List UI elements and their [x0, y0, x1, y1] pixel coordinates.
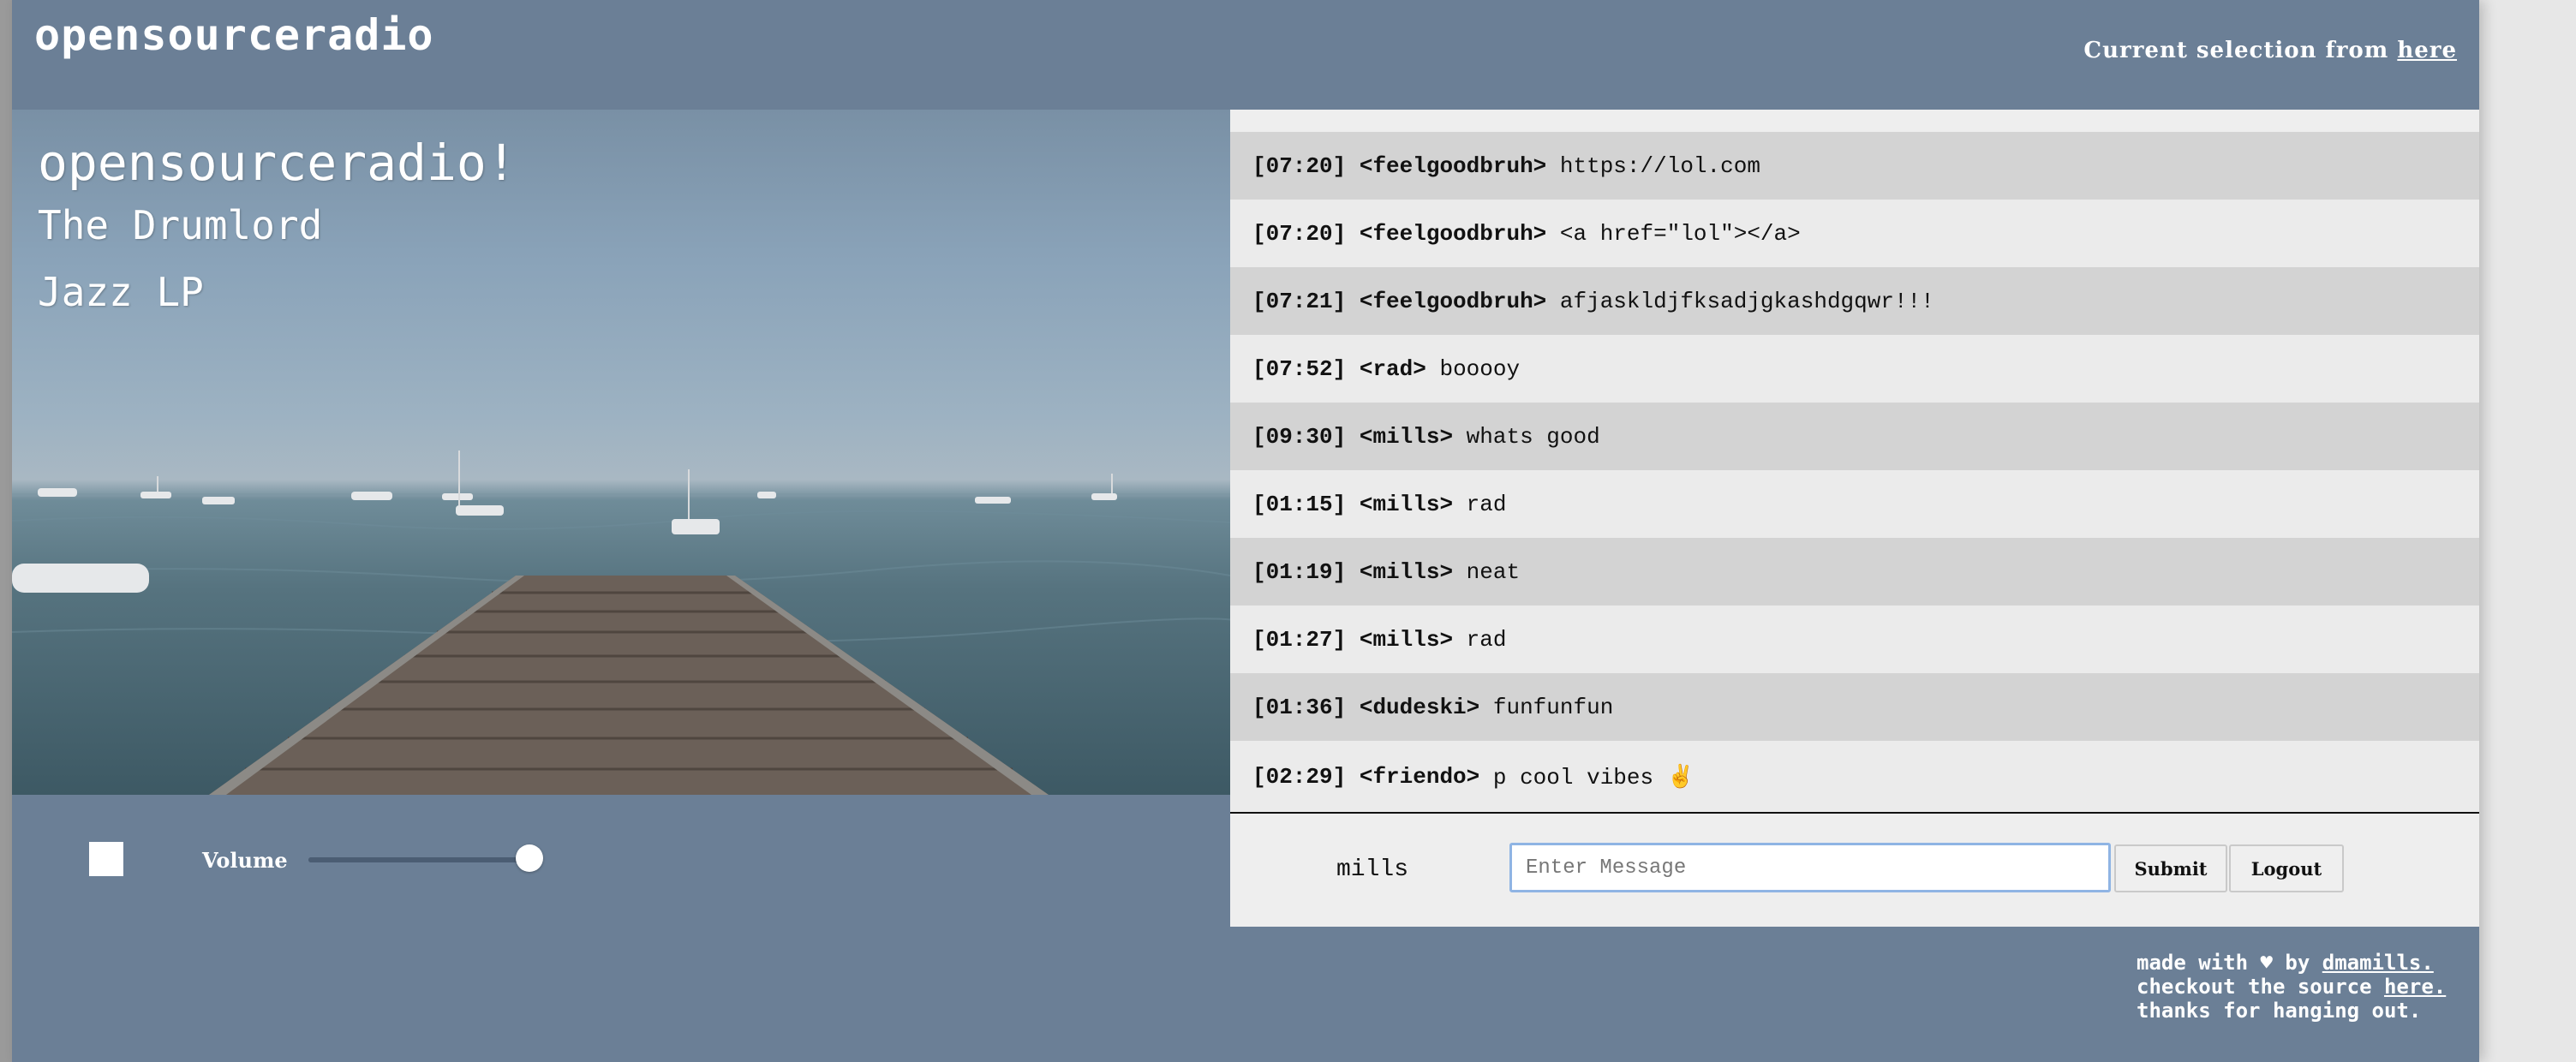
selection-source-link[interactable]: here — [2397, 38, 2457, 63]
message-timestamp: [01:27] — [1252, 626, 1347, 653]
chat-input-bar: mills Submit Logout — [1230, 814, 2479, 927]
window-edge — [0, 0, 12, 1062]
nick-bracket-close: > — [1439, 558, 1467, 585]
message-input[interactable] — [1509, 843, 2111, 892]
nick-bracket-close: > — [1439, 423, 1467, 450]
track-album: Jazz LP — [38, 269, 204, 315]
chat-message: [01:15] < mills > rad — [1230, 470, 2479, 538]
nick-bracket-open: < — [1346, 764, 1373, 790]
message-text: neat — [1466, 558, 1521, 585]
footer-source-line: checkout the source here. — [2137, 975, 2446, 999]
current-username: mills — [1336, 856, 1409, 883]
nick-bracket-open: < — [1346, 220, 1373, 247]
volume-slider-track[interactable] — [308, 857, 529, 862]
volume-slider-thumb[interactable] — [516, 844, 543, 872]
message-timestamp: [01:36] — [1252, 694, 1347, 720]
logout-button[interactable]: Logout — [2229, 844, 2344, 892]
message-text: https://lol.com — [1559, 152, 1760, 179]
volume-label: Volume — [202, 848, 288, 873]
message-username: rad — [1372, 355, 1414, 382]
selection-text: Current selection from — [2083, 38, 2398, 63]
nick-bracket-open: < — [1346, 288, 1373, 314]
message-timestamp: [02:29] — [1252, 764, 1347, 790]
message-text: rad — [1466, 491, 1507, 517]
site-title: opensourceradio — [34, 10, 434, 60]
message-text: afjaskldjfksadjgkashdgqwr!!! — [1559, 288, 1934, 314]
message-username: mills — [1372, 491, 1440, 517]
message-text: whats good — [1466, 423, 1600, 450]
message-username: feelgoodbruh — [1372, 152, 1533, 179]
message-username: dudeski — [1372, 694, 1467, 720]
message-username: mills — [1372, 423, 1440, 450]
nick-bracket-close: > — [1533, 152, 1560, 179]
author-link[interactable]: dmamills. — [2322, 951, 2434, 975]
nick-bracket-open: < — [1346, 694, 1373, 720]
footer-credit-text: made with ♥ by — [2137, 951, 2322, 975]
track-artist: The Drumlord — [38, 202, 323, 248]
nick-bracket-close: > — [1439, 626, 1467, 653]
play-stop-toggle[interactable] — [89, 842, 123, 876]
message-timestamp: [01:19] — [1252, 558, 1347, 585]
message-timestamp: [09:30] — [1252, 423, 1347, 450]
chat-message: [01:36] < dudeski > funfunfun — [1230, 673, 2479, 741]
submit-button[interactable]: Submit — [2114, 844, 2227, 892]
chat-message: [09:30] < mills > whats good — [1230, 403, 2479, 470]
nick-bracket-close: > — [1533, 288, 1560, 314]
message-text: booooy — [1439, 355, 1521, 382]
message-timestamp: [07:20] — [1252, 220, 1347, 247]
message-text: p cool vibes ✌️ — [1492, 764, 1695, 791]
message-timestamp: [07:21] — [1252, 288, 1347, 314]
chat-message: [07:20] < feelgoodbruh > https://lol.com — [1230, 132, 2479, 200]
chat-message: [07:52] < rad > booooy — [1230, 335, 2479, 403]
volume-slider-fill — [308, 857, 529, 862]
nick-bracket-close: > — [1533, 220, 1560, 247]
nick-bracket-open: < — [1346, 423, 1373, 450]
footer-thanks: thanks for hanging out. — [2137, 999, 2422, 1023]
chat-panel: [07:20] < feelgoodbruh > https://lol.com [0… — [1230, 110, 2479, 927]
current-selection: Current selection from here — [2083, 38, 2457, 63]
footer-credit-line: made with ♥ by dmamills. — [2137, 951, 2446, 975]
chat-message: [07:20] < feelgoodbruh > <a href="lol"></a… — [1230, 200, 2479, 267]
overlay-title: opensourceradio! — [38, 134, 517, 192]
message-text: rad — [1466, 626, 1507, 653]
nick-bracket-close: > — [1439, 491, 1467, 517]
chat-message: [01:19] < mills > neat — [1230, 538, 2479, 606]
video-player[interactable]: opensourceradio! The Drumlord Jazz LP — [12, 110, 1230, 795]
message-timestamp: [07:52] — [1252, 355, 1347, 382]
nick-bracket-open: < — [1346, 626, 1373, 653]
chat-message: [01:27] < mills > rad — [1230, 606, 2479, 673]
message-username: feelgoodbruh — [1372, 220, 1533, 247]
footer: made with ♥ by dmamills. checkout the so… — [2137, 951, 2446, 1023]
source-link[interactable]: here. — [2384, 975, 2446, 999]
message-username: mills — [1372, 558, 1440, 585]
chat-message: [02:29] < friendo > p cool vibes ✌️ — [1230, 741, 2479, 813]
nick-bracket-close: > — [1413, 355, 1440, 382]
message-text: <a href="lol"></a> — [1559, 220, 1801, 247]
message-username: feelgoodbruh — [1372, 288, 1533, 314]
chat-log[interactable]: [07:20] < feelgoodbruh > https://lol.com [0… — [1230, 132, 2479, 813]
nick-bracket-close: > — [1466, 694, 1493, 720]
message-timestamp: [01:15] — [1252, 491, 1347, 517]
footer-source-text: checkout the source — [2137, 975, 2384, 999]
chat-message: [07:21] < feelgoodbruh > afjaskldjfksadjgk… — [1230, 267, 2479, 335]
message-timestamp: [07:20] — [1252, 152, 1347, 179]
nick-bracket-open: < — [1346, 491, 1373, 517]
nick-bracket-open: < — [1346, 355, 1373, 382]
message-username: mills — [1372, 626, 1440, 653]
nick-bracket-close: > — [1466, 764, 1493, 790]
nick-bracket-open: < — [1346, 152, 1373, 179]
message-username: friendo — [1372, 764, 1467, 790]
message-text: funfunfun — [1492, 694, 1614, 720]
page: opensourceradio Current selection from h… — [12, 0, 2479, 1062]
nick-bracket-open: < — [1346, 558, 1373, 585]
